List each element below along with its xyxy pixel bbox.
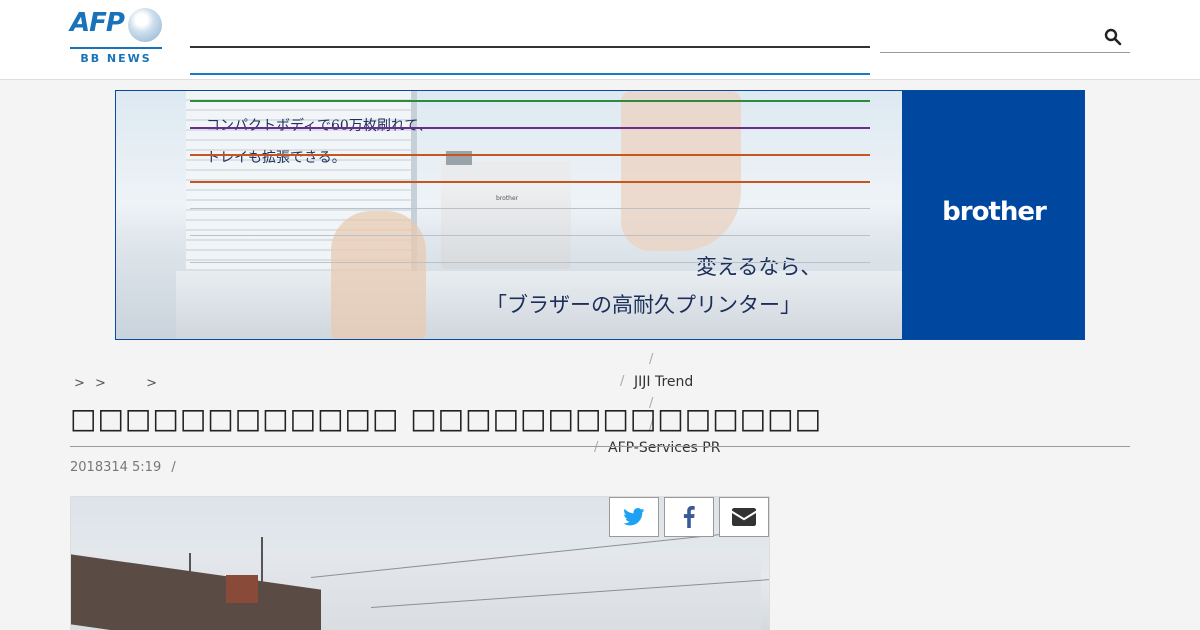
breadcrumb: > > > — [74, 376, 163, 391]
ad-hand-left — [331, 211, 426, 339]
menu-separator: / — [620, 374, 625, 389]
share-facebook-button[interactable] — [664, 497, 714, 537]
search-input[interactable] — [880, 22, 1100, 52]
share-mail-button[interactable] — [719, 497, 769, 537]
breadcrumb-separator: > — [74, 376, 85, 391]
search-box — [880, 22, 1130, 53]
nav-overlay-divider-2 — [190, 235, 870, 236]
article-title: □□□□□□□□□□□□ □□□□□□□□□□□□□□□ — [70, 402, 823, 435]
image-chimney — [226, 575, 258, 603]
breadcrumb-separator: > — [95, 376, 106, 391]
ad-headline-2: 「ブラザーの高耐久プリンター」 — [486, 293, 801, 317]
search-icon[interactable] — [1104, 28, 1122, 46]
ad-hand-right — [621, 91, 741, 251]
mail-icon — [732, 508, 756, 526]
date-separator: / — [171, 460, 176, 475]
article-meta: 2018314 5:19 / — [70, 460, 176, 475]
afpbb-logo[interactable]: AFP BB NEWS — [70, 8, 162, 65]
menu-separator: / — [594, 440, 599, 455]
facebook-icon — [683, 506, 695, 528]
logo-divider — [70, 47, 162, 49]
nav-overlay-line-4[interactable] — [190, 181, 870, 183]
globe-icon — [128, 8, 162, 42]
menu-item-afp-services-pr[interactable]: AFP-Services PR — [608, 440, 720, 456]
logo-subtext: BB NEWS — [80, 52, 152, 65]
breadcrumb-separator: > — [146, 376, 157, 391]
site-header: AFP BB NEWS — [0, 0, 1200, 80]
nav-bar-secondary[interactable] — [190, 73, 870, 75]
ad-printer-brand: brother — [496, 195, 519, 202]
article-date: 2018314 5:19 — [70, 460, 162, 475]
menu-separator: / — [649, 352, 654, 367]
twitter-icon — [623, 508, 645, 526]
nav-overlay-divider-1 — [190, 208, 870, 209]
nav-bar-primary[interactable] — [190, 46, 870, 48]
nav-overlay-line-1[interactable] — [190, 100, 870, 102]
ad-copy-line-1: コンパクトボディで60万枚刷れて、 — [206, 118, 432, 134]
menu-item-jiji-trend[interactable]: JIJI Trend — [634, 374, 693, 390]
ad-headline-1: 変えるなら、 — [696, 255, 822, 279]
nav-overlay-divider-3 — [190, 262, 870, 263]
image-antenna — [261, 537, 263, 585]
menu-divider — [70, 446, 1130, 447]
brother-logo: brother — [942, 197, 1047, 227]
share-twitter-button[interactable] — [609, 497, 659, 537]
nav-overlay-line-3[interactable] — [190, 154, 870, 156]
nav-overlay-line-2[interactable] — [190, 127, 870, 129]
ad-copy-line-2: トレイも拡張できる。 — [206, 150, 346, 166]
logo-text: AFP — [70, 8, 125, 38]
